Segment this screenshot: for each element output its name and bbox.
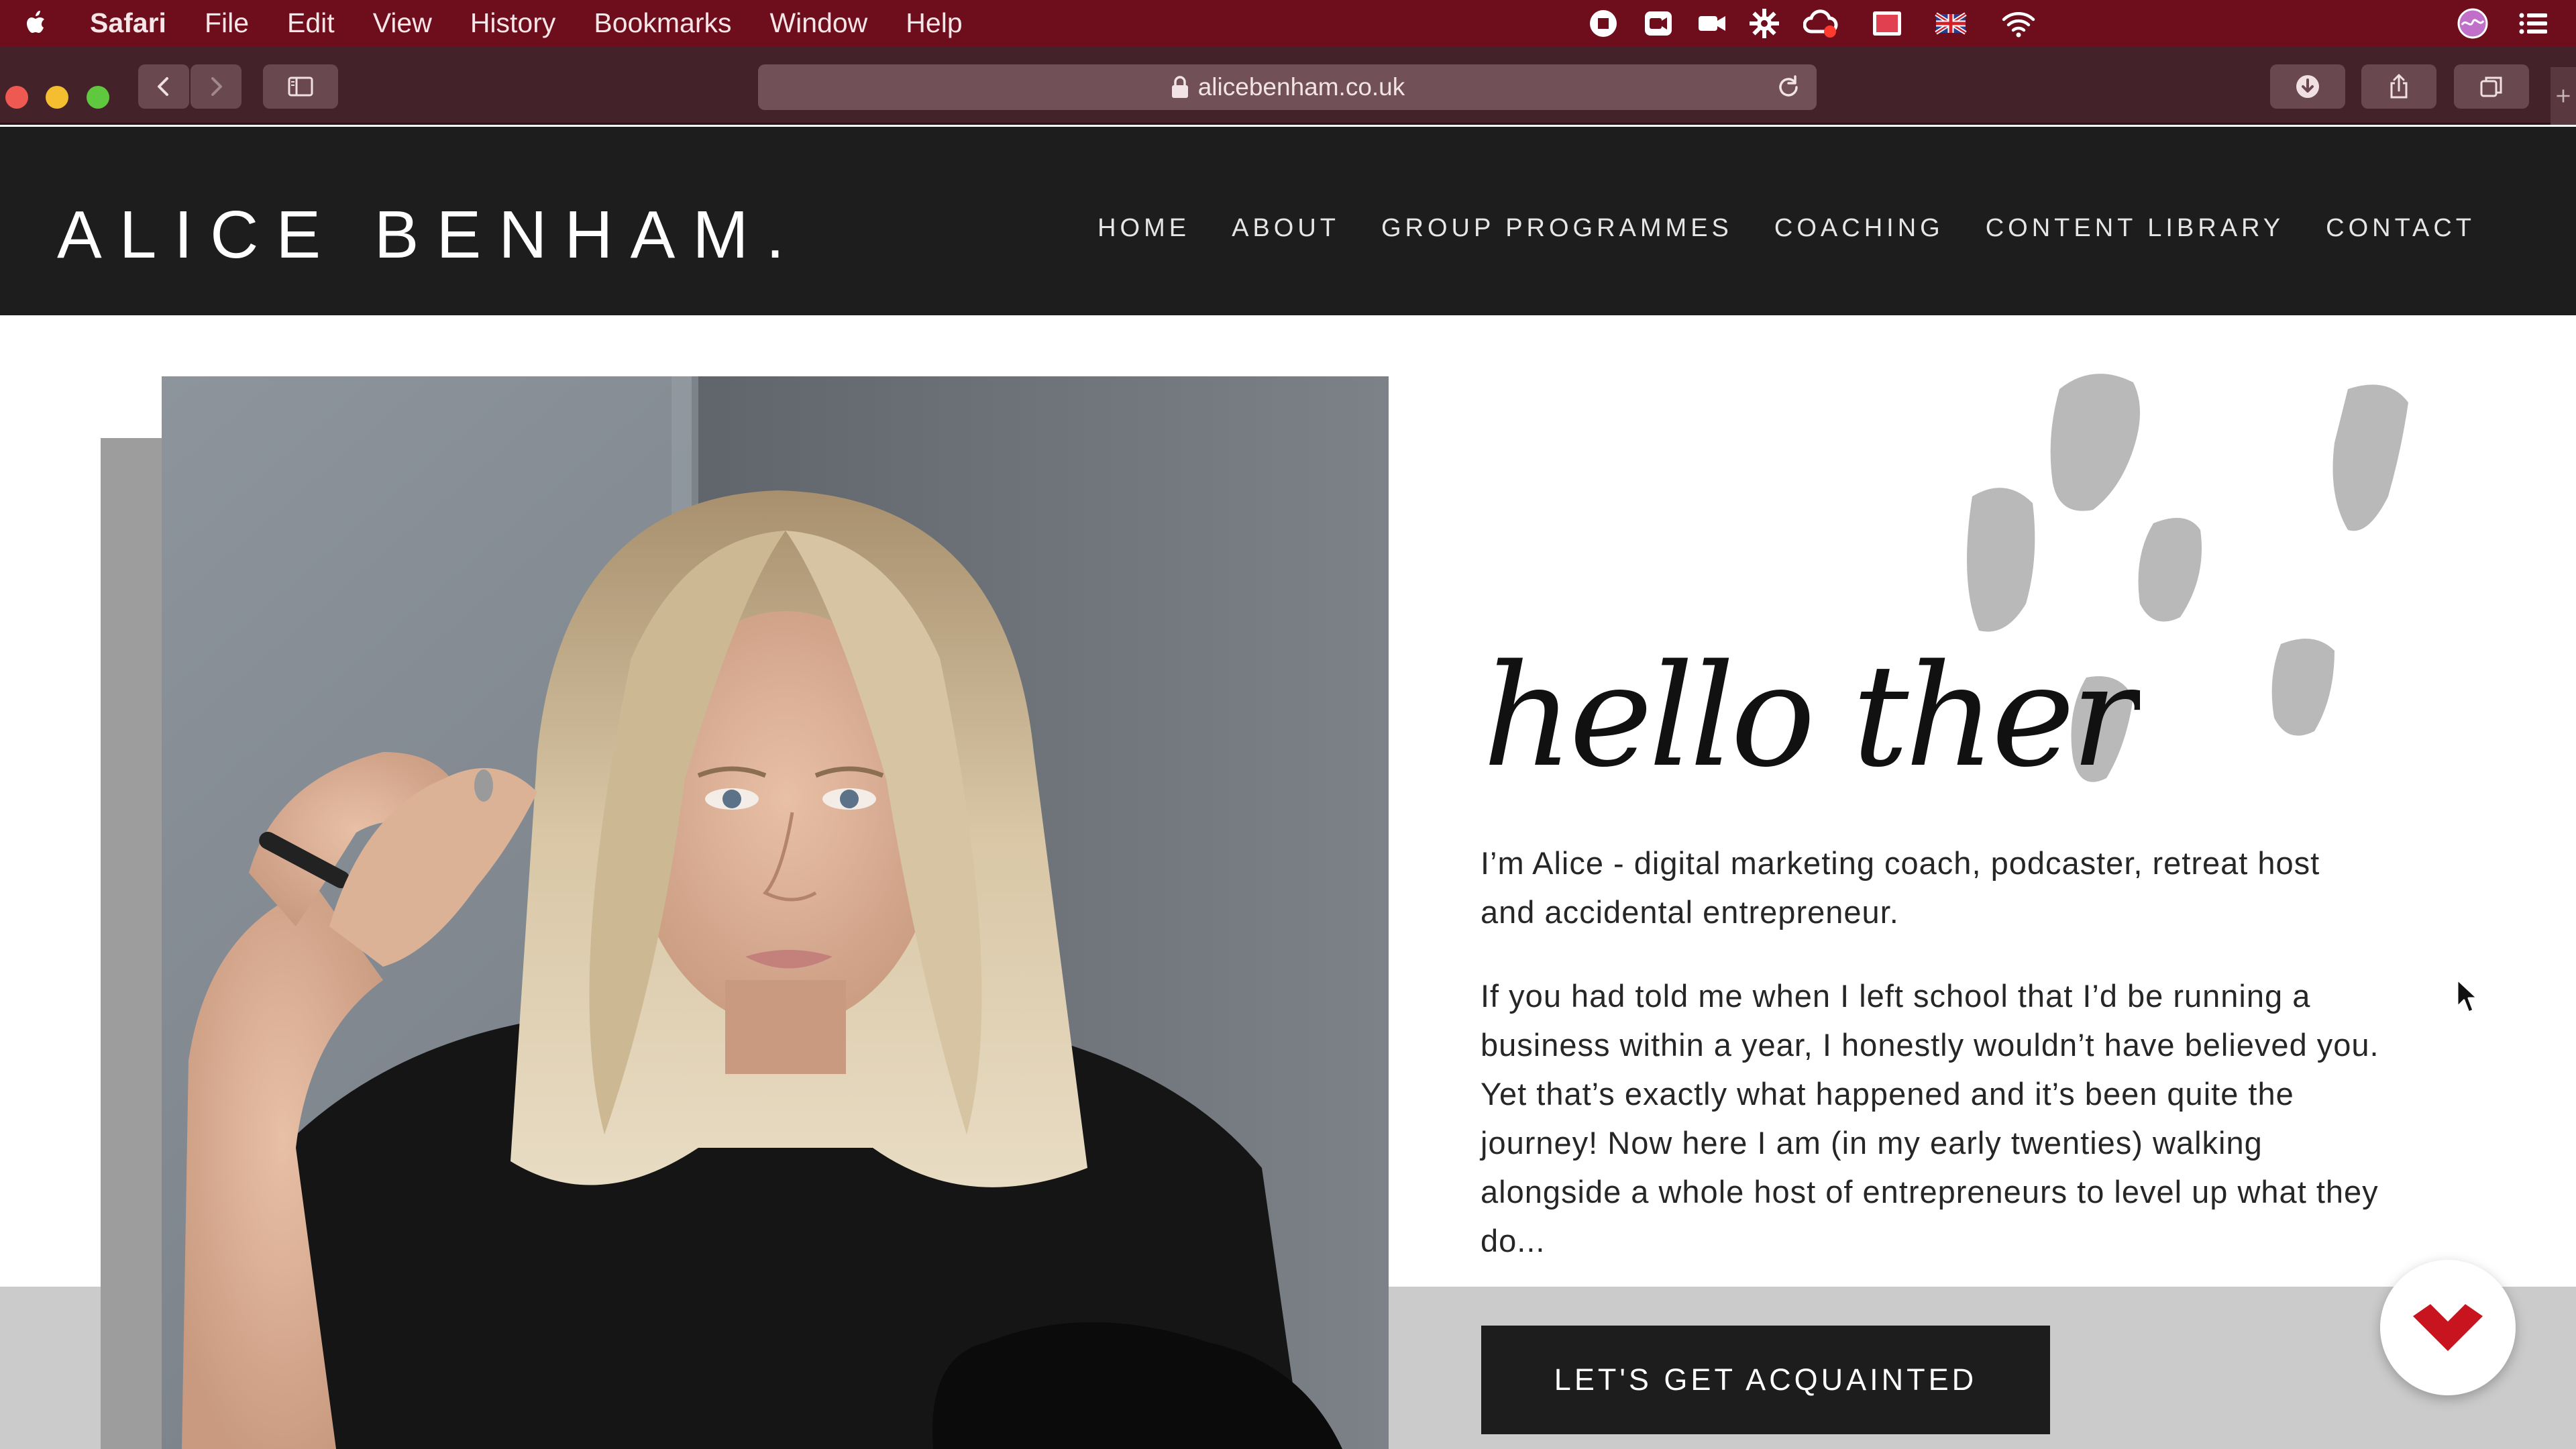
nav-content-library[interactable]: CONTENT LIBRARY [1986, 214, 2284, 243]
menu-bookmarks[interactable]: Bookmarks [594, 7, 731, 39]
zoom-window-button[interactable] [87, 86, 109, 109]
menu-edit[interactable]: Edit [287, 7, 335, 39]
sidebar-button[interactable] [263, 64, 338, 109]
download-icon [2296, 75, 2319, 98]
record-icon[interactable] [1583, 0, 1623, 46]
reload-icon[interactable] [1775, 74, 1802, 101]
creative-cloud-icon[interactable] [1799, 0, 1842, 46]
main-navigation: HOME ABOUT GROUP PROGRAMMES COACHING CON… [1056, 214, 2475, 243]
tabs-overview-button[interactable] [2454, 64, 2529, 109]
about-paragraph: If you had told me when I left school th… [1481, 978, 2379, 1258]
nav-about[interactable]: ABOUT [1232, 214, 1340, 243]
svg-text:hello there!: hello there! [1483, 634, 2140, 798]
menu-bar: Safari File Edit View History Bookmarks … [0, 0, 2576, 46]
forward-button[interactable] [191, 64, 241, 109]
back-button[interactable] [138, 64, 189, 109]
close-window-button[interactable] [5, 86, 28, 109]
menu-window[interactable]: Window [769, 7, 867, 39]
facetime-icon[interactable] [1638, 0, 1678, 46]
minimize-window-button[interactable] [46, 86, 68, 109]
intro-paragraph: I’m Alice - digital marketing coach, pod… [1481, 845, 2320, 930]
hello-there-heading: hello there! [1483, 634, 2140, 798]
sidebar-icon [288, 76, 313, 97]
address-bar[interactable]: alicebenham.co.uk [758, 64, 1817, 110]
photo-offset-block [101, 438, 165, 1449]
menu-safari[interactable]: Safari [90, 7, 166, 39]
menu-view[interactable]: View [373, 7, 432, 39]
display-icon[interactable] [1866, 0, 1908, 46]
apple-icon[interactable] [19, 7, 53, 40]
new-tab-button[interactable] [2551, 67, 2576, 125]
chevron-left-icon [158, 77, 168, 96]
nav-contact[interactable]: CONTACT [2326, 214, 2475, 243]
wifi-icon[interactable] [1996, 0, 2041, 46]
nav-home[interactable]: HOME [1097, 214, 1190, 243]
menu-file[interactable]: File [205, 7, 249, 39]
menu-help[interactable]: Help [906, 7, 962, 39]
lock-icon [1171, 76, 1188, 98]
camera-icon[interactable] [1692, 0, 1732, 46]
plus-icon [2557, 89, 2570, 103]
share-button[interactable] [2361, 64, 2436, 109]
gear-icon[interactable] [1744, 0, 1784, 46]
nav-group-programmes[interactable]: GROUP PROGRAMMES [1381, 214, 1733, 243]
uk-flag-icon[interactable] [1931, 0, 1971, 46]
site-header: ALICE BENHAM. HOME ABOUT GROUP PROGRAMME… [0, 127, 2576, 315]
siri-icon[interactable] [2453, 0, 2493, 46]
heart-logo-icon [2413, 1304, 2483, 1351]
menu-history[interactable]: History [470, 7, 556, 39]
get-acquainted-button[interactable]: LET'S GET ACQUAINTED [1481, 1326, 2050, 1434]
url-text: alicebenham.co.uk [1197, 73, 1405, 101]
chevron-right-icon [211, 77, 222, 96]
control-center-icon[interactable] [2512, 0, 2555, 46]
nav-coaching[interactable]: COACHING [1774, 214, 1944, 243]
mouse-cursor-icon [2456, 978, 2479, 1014]
share-icon [2390, 74, 2408, 99]
site-logo[interactable]: ALICE BENHAM. [57, 197, 802, 274]
tabs-icon [2480, 76, 2502, 97]
portrait-photo [162, 376, 1389, 1449]
chat-widget-button[interactable] [2380, 1260, 2516, 1395]
downloads-button[interactable] [2270, 64, 2345, 109]
